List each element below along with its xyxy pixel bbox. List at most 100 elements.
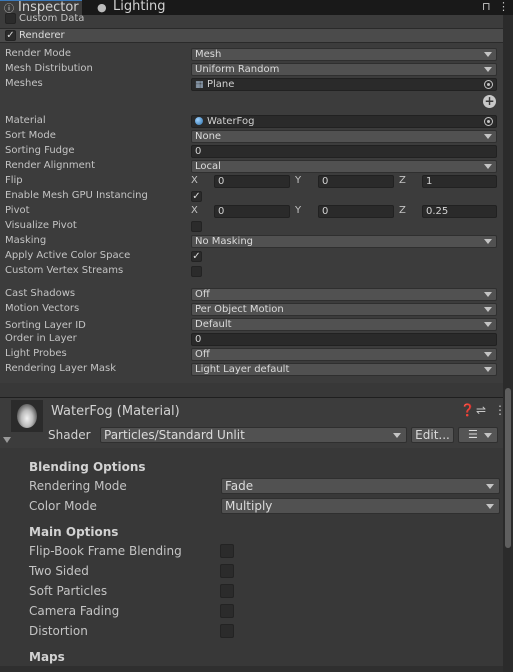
motion-vectors-dropdown[interactable]: Per Object Motion	[191, 303, 497, 316]
chevron-down-icon	[484, 239, 492, 244]
sorting-layer-dropdown[interactable]: Default	[191, 318, 497, 331]
custom-vertex-streams-label: Custom Vertex Streams	[5, 265, 124, 276]
sort-mode-dropdown[interactable]: None	[191, 130, 497, 143]
lock-icon[interactable]: ⊓	[482, 0, 491, 13]
render-alignment-dropdown[interactable]: Local	[191, 160, 497, 173]
chevron-down-icon	[484, 352, 492, 357]
material-preview-thumbnail	[11, 400, 43, 432]
chevron-down-icon	[484, 52, 492, 57]
rendering-layer-mask-value: Light Layer default	[195, 364, 290, 375]
pivot-z-axis-label: Z	[399, 205, 406, 216]
preset-sliders-icon[interactable]: ⇌	[476, 403, 486, 417]
light-probes-dropdown[interactable]: Off	[191, 348, 497, 361]
mesh-grid-icon: ▦	[195, 80, 204, 90]
sort-mode-label: Sort Mode	[5, 130, 56, 141]
motion-vectors-value: Per Object Motion	[195, 304, 284, 315]
renderer-checkbox[interactable]: ✓	[5, 30, 16, 41]
order-in-layer-label: Order in Layer	[5, 333, 77, 344]
rendering-layer-mask-label: Rendering Layer Mask	[5, 363, 117, 374]
edit-shader-button[interactable]: Edit...	[411, 427, 454, 443]
flip-y-field[interactable]: 0	[318, 175, 394, 188]
chevron-down-icon	[486, 484, 494, 489]
meshes-field[interactable]: ▦ Plane	[191, 78, 497, 91]
gpu-instancing-checkbox[interactable]: ✓	[191, 191, 202, 202]
tab-lighting-label: Lighting	[113, 0, 166, 14]
apply-color-space-checkbox[interactable]: ✓	[191, 251, 202, 262]
sorting-fudge-field[interactable]: 0	[191, 145, 497, 158]
cast-shadows-dropdown[interactable]: Off	[191, 288, 497, 301]
bulb-icon: ●	[97, 1, 107, 14]
check-icon: ✓	[192, 191, 201, 202]
material-field[interactable]: WaterFog	[191, 115, 497, 128]
rendering-layer-mask-dropdown[interactable]: Light Layer default	[191, 363, 497, 376]
masking-dropdown[interactable]: No Masking	[191, 235, 497, 248]
apply-color-space-label: Apply Active Color Space	[5, 250, 131, 261]
distortion-checkbox[interactable]	[220, 624, 234, 638]
list-icon: ☰	[468, 428, 478, 441]
pivot-z-field[interactable]: 0.25	[422, 205, 497, 218]
render-mode-value: Mesh	[195, 49, 222, 60]
render-mode-dropdown[interactable]: Mesh	[191, 48, 497, 61]
material-value: WaterFog	[207, 116, 255, 127]
help-icon[interactable]: ❓	[460, 403, 475, 417]
sort-mode-value: None	[195, 131, 222, 142]
gpu-instancing-label: Enable Mesh GPU Instancing	[5, 190, 148, 201]
two-sided-label: Two Sided	[29, 564, 89, 578]
shader-options-button[interactable]: ☰	[458, 427, 498, 443]
material-label: Material	[5, 115, 46, 126]
chevron-down-icon	[484, 322, 492, 327]
maps-header: Maps	[29, 650, 65, 664]
meshes-label: Meshes	[5, 78, 43, 89]
color-mode-value: Multiply	[225, 499, 273, 513]
render-alignment-label: Render Alignment	[5, 160, 96, 171]
two-sided-checkbox[interactable]	[220, 564, 234, 578]
flip-z-field[interactable]: 1	[422, 175, 497, 188]
chevron-down-icon	[486, 504, 494, 509]
foldout-arrow-icon[interactable]	[3, 437, 11, 443]
renderer-header[interactable]	[0, 28, 503, 43]
add-mesh-button[interactable]: +	[483, 95, 496, 108]
shader-dropdown[interactable]: Particles/Standard Unlit	[100, 427, 407, 443]
blending-options-header: Blending Options	[29, 460, 146, 474]
camera-fading-label: Camera Fading	[29, 604, 120, 618]
pivot-x-axis-label: X	[191, 205, 198, 216]
camera-fading-checkbox[interactable]	[220, 604, 234, 618]
scrollbar-thumb[interactable]	[505, 388, 511, 548]
material-title: WaterFog (Material)	[51, 404, 180, 419]
scrollbar-track[interactable]	[503, 15, 513, 672]
rendering-mode-dropdown[interactable]: Fade	[221, 478, 500, 494]
mesh-distribution-dropdown[interactable]: Uniform Random	[191, 63, 497, 76]
light-probes-label: Light Probes	[5, 348, 67, 359]
chevron-down-icon	[484, 433, 492, 438]
render-mode-label: Render Mode	[5, 48, 72, 59]
chevron-down-icon	[484, 134, 492, 139]
chevron-down-icon	[484, 367, 492, 372]
custom-vertex-streams-checkbox[interactable]	[191, 266, 202, 277]
flipbook-blending-checkbox[interactable]	[220, 544, 234, 558]
masking-label: Masking	[5, 235, 47, 246]
shader-label: Shader	[48, 428, 91, 442]
visualize-pivot-checkbox[interactable]	[191, 221, 202, 232]
light-probes-value: Off	[195, 349, 210, 360]
color-mode-label: Color Mode	[29, 499, 97, 513]
custom-data-checkbox[interactable]	[5, 13, 16, 24]
meshes-value: Plane	[207, 79, 235, 90]
order-in-layer-field[interactable]: 0	[191, 333, 497, 346]
mesh-distribution-value: Uniform Random	[195, 64, 280, 75]
tab-lighting[interactable]: ● Lighting	[92, 0, 172, 15]
menu-icon[interactable]: ⋮	[498, 0, 509, 13]
object-picker-icon[interactable]	[484, 80, 493, 89]
flip-y-axis-label: Y	[295, 175, 302, 186]
soft-particles-checkbox[interactable]	[220, 584, 234, 598]
check-icon: ✓	[192, 251, 201, 262]
object-picker-icon[interactable]	[484, 117, 493, 126]
material-preview-image	[17, 404, 37, 428]
pivot-y-field[interactable]: 0	[318, 205, 394, 218]
pivot-x-field[interactable]: 0	[214, 205, 290, 218]
material-sphere-icon	[195, 117, 203, 125]
flip-x-field[interactable]: 0	[214, 175, 290, 188]
render-alignment-value: Local	[195, 161, 221, 172]
sorting-layer-label: Sorting Layer ID	[5, 320, 86, 331]
main-options-header: Main Options	[29, 525, 119, 539]
color-mode-dropdown[interactable]: Multiply	[221, 498, 500, 514]
